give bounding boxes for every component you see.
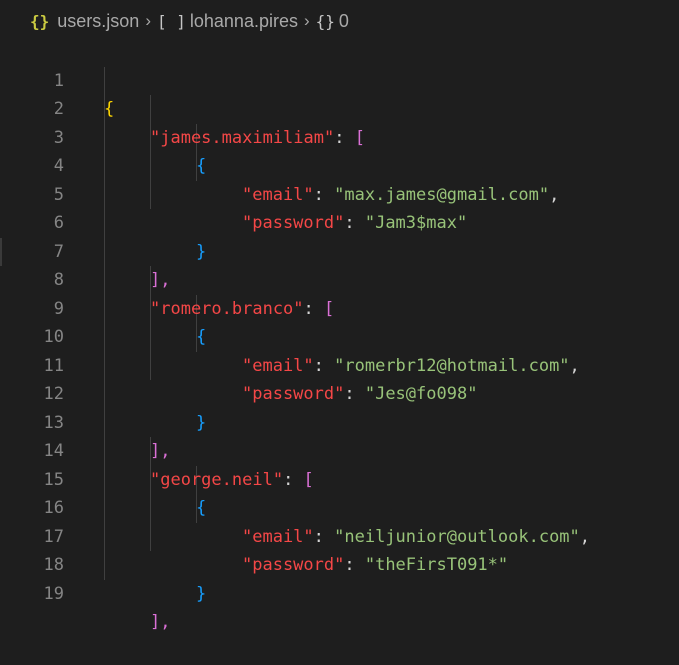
code-line[interactable]: 19 ], <box>0 551 679 633</box>
brace: } <box>196 583 207 604</box>
code-line[interactable]: 3 { <box>0 95 679 177</box>
code-line[interactable]: 5 "password": "Jam3$max" <box>0 152 679 234</box>
code-line[interactable]: 11 "password": "Jes@fo098" <box>0 323 679 405</box>
line-number: 19 <box>43 583 64 604</box>
breadcrumb: {} users.json › [ ] lohanna.pires › {} 0 <box>0 0 679 42</box>
code-line[interactable]: 17 "password": "theFirsT091*" <box>0 494 679 576</box>
code-line[interactable]: 6 } <box>0 181 679 262</box>
code-line[interactable]: 10 "email": "romerbr12@hotmail.com", <box>0 295 679 376</box>
code-line[interactable]: 9 { <box>0 266 679 348</box>
code-line[interactable]: 14 "george.neil": [ <box>0 409 679 490</box>
code-line[interactable]: 15 { <box>0 437 679 519</box>
breadcrumb-file[interactable]: users.json <box>57 11 139 32</box>
json-file-icon: {} <box>30 11 50 31</box>
code-line[interactable]: 12 } <box>0 352 679 433</box>
code-line[interactable]: 4 "email": "max.james@gmail.com", <box>0 124 679 205</box>
chevron-right-icon: › <box>303 11 310 30</box>
code-line[interactable]: 8 "romero.branco": [ <box>0 238 679 319</box>
code-line[interactable]: 1 { <box>0 38 679 120</box>
bracket: ], <box>150 612 171 632</box>
array-symbol-icon: [ ] <box>156 11 186 31</box>
code-line[interactable]: 13 ], <box>0 380 679 462</box>
chevron-right-icon: › <box>145 11 151 30</box>
code-line[interactable]: 2 "james.maximiliam": [ <box>0 67 679 148</box>
line-content: } <box>196 580 206 609</box>
code-line[interactable]: 7 ], <box>0 209 679 291</box>
breadcrumb-segment-object[interactable]: 0 <box>339 11 349 32</box>
code-line[interactable]: 16 "email": "neiljunior@outlook.com", <box>0 466 679 547</box>
line-content: ], <box>150 608 170 637</box>
code-editor[interactable]: 1 { 2 "james.maximiliam": [ 3 { 4 "email… <box>0 38 679 633</box>
code-line[interactable]: 18 } <box>0 523 679 604</box>
breadcrumb-segment-array[interactable]: lohanna.pires <box>190 11 298 32</box>
object-symbol-icon: {} <box>315 11 335 31</box>
